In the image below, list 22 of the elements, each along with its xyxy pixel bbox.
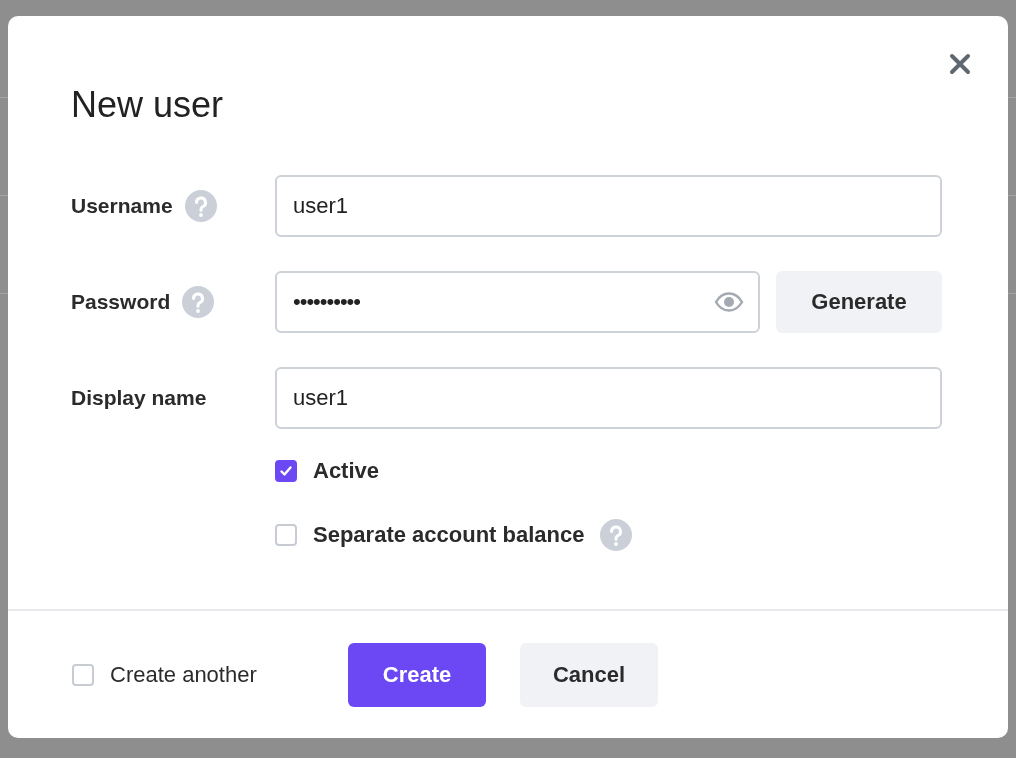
dialog-title: New user — [71, 84, 225, 126]
text-field[interactable]: user1 — [275, 175, 942, 237]
help-icon[interactable] — [184, 190, 217, 222]
field-label: Username — [71, 194, 173, 218]
checkbox[interactable] — [275, 524, 297, 546]
close-button[interactable] — [948, 52, 972, 76]
text-field[interactable]: user1 — [275, 367, 942, 429]
field-label: Display name — [71, 386, 207, 410]
password-field[interactable]: •••••••••• — [275, 271, 760, 333]
option-label: Create another — [110, 661, 257, 688]
eye-icon[interactable] — [714, 292, 744, 312]
help-icon[interactable] — [600, 519, 633, 551]
option-label: Separate account balance — [313, 522, 585, 548]
checkbox[interactable] — [275, 460, 297, 482]
option-label: Active — [313, 458, 380, 484]
field-label: Password — [71, 290, 171, 314]
check-icon — [279, 464, 293, 478]
help-icon[interactable] — [182, 286, 215, 318]
generate-button[interactable]: Generate — [776, 271, 942, 333]
cancel-button[interactable]: Cancel — [520, 642, 658, 707]
create-button[interactable]: Create — [348, 642, 486, 707]
checkbox[interactable] — [72, 663, 94, 686]
